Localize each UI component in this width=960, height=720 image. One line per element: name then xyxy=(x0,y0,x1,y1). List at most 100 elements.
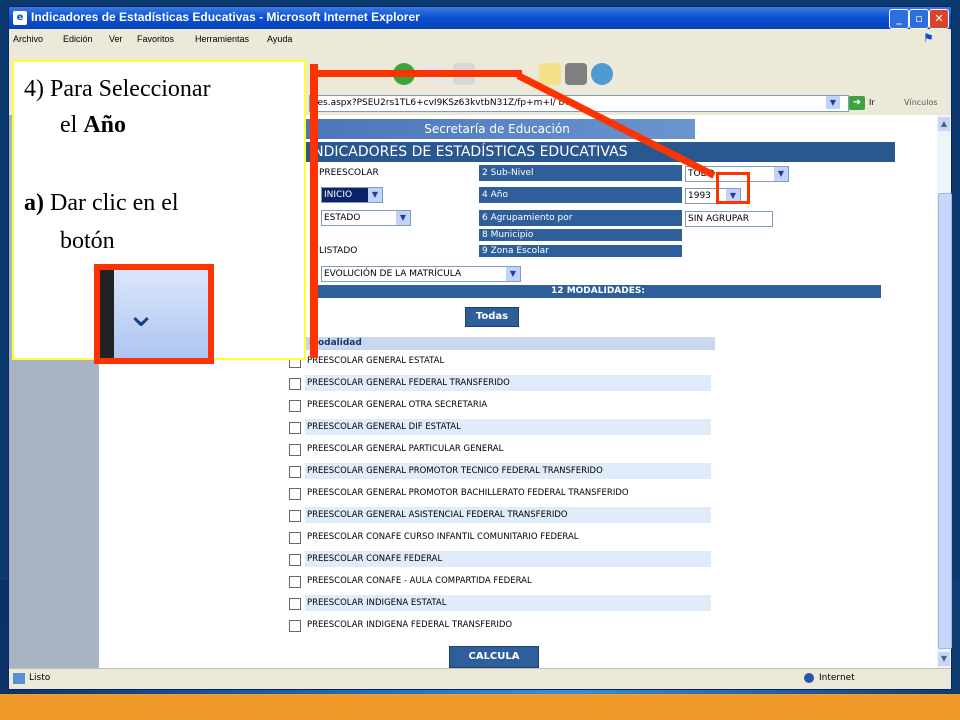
list-item: PREESCOLAR GENERAL FEDERAL TRANSFERIDO xyxy=(285,373,715,393)
todas-button[interactable]: Todas xyxy=(465,307,519,327)
zoom-edge xyxy=(100,270,114,358)
chevron-down-icon[interactable]: ▼ xyxy=(368,188,382,202)
menu-bar: Archivo Edición Ver Favoritos Herramient… xyxy=(9,30,951,48)
modalidad-label: PREESCOLAR GENERAL PROMOTOR TECNICO FEDE… xyxy=(305,463,711,479)
menu-favoritos[interactable]: Favoritos xyxy=(137,34,174,44)
report-value: EVOLUCIÓN DE LA MATRÍCULA xyxy=(324,269,462,279)
modalidad-label: PREESCOLAR GENERAL PROMOTOR BACHILLERATO… xyxy=(307,488,629,498)
modalidad-label: PREESCOLAR GENERAL PARTICULAR GENERAL xyxy=(307,444,504,454)
chevron-down-icon[interactable]: ▼ xyxy=(774,167,788,181)
modalidad-label: PREESCOLAR CONAFE - AULA COMPARTIDA FEDE… xyxy=(307,576,532,586)
agrupamiento-label: 6 Agrupamiento por xyxy=(479,210,682,226)
callout-substep: a) Dar clic en el xyxy=(24,190,179,217)
menu-archivo[interactable]: Archivo xyxy=(13,34,43,44)
menu-ayuda[interactable]: Ayuda xyxy=(267,34,292,44)
modalidades-bar: 12 MODALIDADES: xyxy=(315,285,881,298)
modalidad-label: PREESCOLAR GENERAL ESTATAL xyxy=(307,356,445,366)
callout-target-bold: Año xyxy=(83,112,127,138)
anio-label: 4 Año xyxy=(479,187,682,203)
modalidad-checkbox[interactable] xyxy=(289,488,301,500)
vertical-scrollbar[interactable]: ▲ ▼ xyxy=(937,115,952,668)
modalidad-checkbox[interactable] xyxy=(289,510,301,522)
callout-button-word: botón xyxy=(60,228,115,254)
list-item: PREESCOLAR GENERAL ASISTENCIAL FEDERAL T… xyxy=(285,505,715,525)
modalidad-checkbox[interactable] xyxy=(289,576,301,588)
go-arrow-icon[interactable]: ➜ xyxy=(849,96,865,110)
instruction-callout: 4) Para Seleccionar el Año a) Dar clic e… xyxy=(12,60,306,364)
calcula-button[interactable]: CALCULA xyxy=(449,646,539,668)
modalidad-checkbox[interactable] xyxy=(289,620,301,632)
list-item: PREESCOLAR GENERAL PROMOTOR TECNICO FEDE… xyxy=(285,461,715,481)
callout-substep-bold: a) xyxy=(24,190,44,216)
inicio-value: INICIO xyxy=(324,190,353,200)
modalidad-label: PREESCOLAR GENERAL DIF ESTATAL xyxy=(305,419,711,435)
callout-target-prefix: el xyxy=(60,112,84,138)
agrupamiento-value: SIN AGRUPAR xyxy=(688,214,750,224)
links-label[interactable]: Vínculos xyxy=(904,98,938,107)
estado-value: ESTADO xyxy=(324,213,361,223)
modalidad-checkbox[interactable] xyxy=(289,532,301,544)
zona-label: 9 Zona Escolar xyxy=(479,245,682,257)
status-bar: Listo Internet xyxy=(9,668,951,689)
scroll-down-icon[interactable]: ▼ xyxy=(938,652,950,666)
page-icon xyxy=(13,673,25,684)
municipio-label: 8 Municipio xyxy=(479,229,682,241)
estado-select[interactable]: ESTADO ▼ xyxy=(321,210,411,226)
windows-flag-icon: ⚑ xyxy=(923,31,934,45)
maximize-button[interactable]: ▫ xyxy=(909,9,929,29)
list-item: PREESCOLAR GENERAL PROMOTOR BACHILLERATO… xyxy=(285,483,715,503)
modalidad-checkbox[interactable] xyxy=(289,554,301,566)
minimize-button[interactable]: _ xyxy=(889,9,909,29)
list-item: PREESCOLAR GENERAL PARTICULAR GENERAL xyxy=(285,439,715,459)
address-dropdown-icon[interactable]: ▼ xyxy=(826,96,840,109)
close-button[interactable]: ✕ xyxy=(929,9,949,29)
modalidad-checkbox[interactable] xyxy=(289,598,301,610)
level-value: PREESCOLAR xyxy=(319,168,379,178)
list-item: PREESCOLAR INDIGENA FEDERAL TRANSFERIDO xyxy=(285,615,715,635)
globe-icon xyxy=(804,673,814,683)
modalidad-checkbox[interactable] xyxy=(289,378,301,390)
menu-herramientas[interactable]: Herramientas xyxy=(195,34,249,44)
anio-value: 1993 xyxy=(688,191,711,201)
list-item: PREESCOLAR GENERAL ESTATAL xyxy=(285,351,715,371)
indicadores-title: INDICADORES DE ESTADÍSTICAS EDUCATIVAS xyxy=(299,142,895,162)
modalidad-checkbox[interactable] xyxy=(289,444,301,456)
list-item: PREESCOLAR CONAFE FEDERAL xyxy=(285,549,715,569)
listado-value: LISTADO xyxy=(319,246,358,256)
modalidad-label: PREESCOLAR INDIGENA FEDERAL TRANSFERIDO xyxy=(307,620,513,630)
callout-step: 4) Para Seleccionar xyxy=(24,76,211,102)
modalidad-checkbox[interactable] xyxy=(289,400,301,412)
callout-target: el Año xyxy=(60,112,126,139)
folder-icon[interactable] xyxy=(539,63,561,85)
annotation-line-horizontal xyxy=(310,70,522,77)
modalidad-label: PREESCOLAR GENERAL ASISTENCIAL FEDERAL T… xyxy=(305,507,711,523)
modalidad-header: Modalidad xyxy=(305,337,715,350)
chevron-down-icon[interactable]: ▼ xyxy=(506,267,520,281)
menu-edicion[interactable]: Edición xyxy=(63,34,93,44)
inicio-select[interactable]: INICIO ▼ xyxy=(321,187,383,203)
modalidad-label: PREESCOLAR GENERAL OTRA SECRETARIA xyxy=(307,400,488,410)
modalidad-checkbox[interactable] xyxy=(289,422,301,434)
menu-ver[interactable]: Ver xyxy=(109,34,123,44)
scroll-up-icon[interactable]: ▲ xyxy=(938,117,950,131)
window-title: Indicadores de Estadísticas Educativas -… xyxy=(31,10,420,24)
title-bar: e Indicadores de Estadísticas Educativas… xyxy=(9,7,951,29)
agrupamiento-select[interactable]: SIN AGRUPAR xyxy=(685,211,773,227)
messenger-icon[interactable] xyxy=(591,63,613,85)
address-bar: res.aspx?PSEU2rs1TL6+cvI9KSz63kvtbN31Z/f… xyxy=(309,93,949,113)
zoomed-dropdown-button: ⌄ xyxy=(94,264,214,364)
chevron-down-icon: ⌄ xyxy=(126,294,157,335)
edit-icon[interactable] xyxy=(565,63,587,85)
modalidad-label: PREESCOLAR CONAFE CURSO INFANTIL COMUNIT… xyxy=(307,532,579,542)
callout-substep-text: Dar clic en el xyxy=(44,190,179,216)
ie-logo-icon: e xyxy=(13,11,27,25)
go-label[interactable]: Ir xyxy=(869,98,875,107)
scroll-thumb[interactable] xyxy=(938,193,952,649)
report-select[interactable]: EVOLUCIÓN DE LA MATRÍCULA ▼ xyxy=(321,266,521,282)
sublevel-label: 2 Sub-Nivel xyxy=(479,165,682,181)
chevron-down-icon[interactable]: ▼ xyxy=(396,211,410,225)
modalidad-label: PREESCOLAR CONAFE FEDERAL xyxy=(305,551,711,567)
list-item: PREESCOLAR GENERAL OTRA SECRETARIA xyxy=(285,395,715,415)
modalidad-label: PREESCOLAR GENERAL FEDERAL TRANSFERIDO xyxy=(305,375,711,391)
modalidad-checkbox[interactable] xyxy=(289,466,301,478)
